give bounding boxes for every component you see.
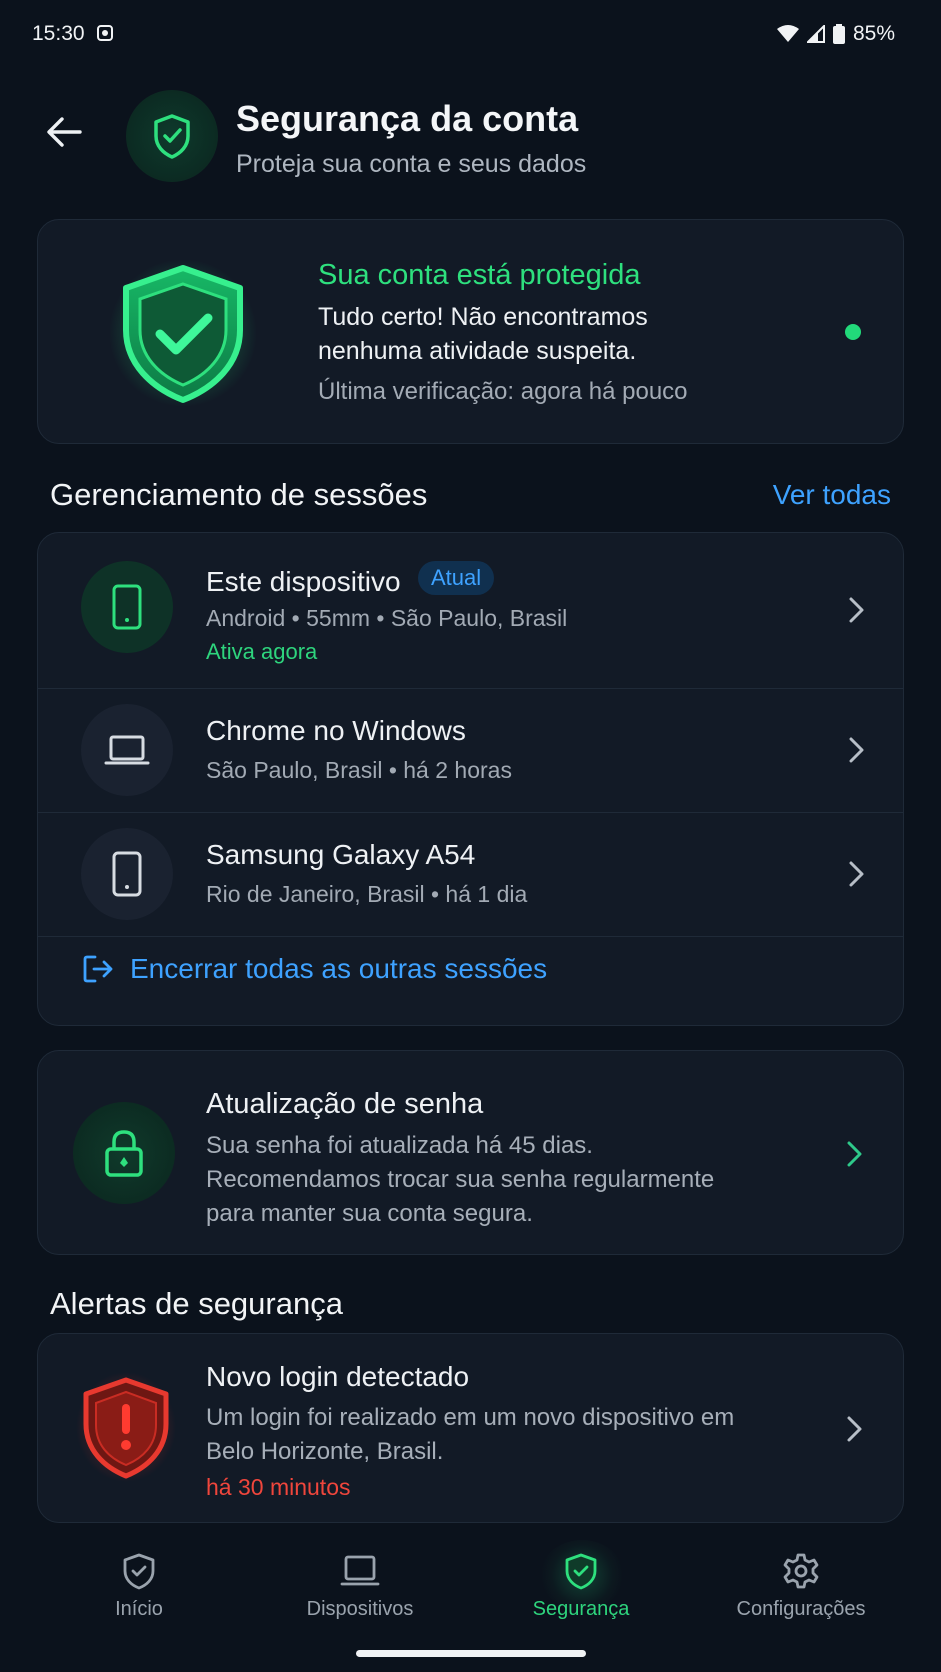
password-lock-badge: [73, 1102, 175, 1204]
battery-level: 85%: [852, 22, 895, 45]
end-all-sessions-button[interactable]: Encerrar todas as outras sessões: [82, 953, 547, 985]
session-device-meta: Rio de Janeiro, Brasil • há 1 dia: [206, 881, 528, 907]
laptop-icon: [340, 1555, 380, 1586]
session-device-badge: [81, 704, 173, 796]
battery-icon: [832, 24, 845, 44]
lock-icon: [105, 1130, 143, 1177]
chevron-right-icon: [849, 861, 864, 887]
session-row-chrome-windows[interactable]: Chrome no Windows São Paulo, Brasil • há…: [38, 689, 903, 812]
header-shield-badge: [126, 90, 218, 182]
status-indicators: 85%: [776, 22, 895, 46]
chevron-right-icon: [849, 737, 864, 763]
session-row-this-device[interactable]: Este dispositivo Atual Android • 55mm • …: [38, 533, 903, 688]
session-device-name: Chrome no Windows: [206, 715, 466, 746]
chevron-right-icon: [847, 1141, 862, 1167]
nav-label: Dispositivos: [306, 1598, 414, 1620]
chevron-right-icon: [849, 597, 864, 623]
logout-icon: [83, 955, 113, 983]
laptop-icon: [104, 735, 150, 765]
alerts-section-title: Alertas de segurança: [50, 1286, 343, 1321]
nav-item-seguranca[interactable]: Segurança: [481, 1552, 681, 1621]
last-check-text: Última verificação: agora há pouco: [318, 378, 688, 405]
password-title: Atualização de senha: [206, 1088, 484, 1120]
screenshot-notification-icon: [97, 25, 114, 41]
alert-title: Novo login detectado: [206, 1361, 470, 1392]
sessions-section-title: Gerenciamento de sessões: [50, 477, 428, 512]
session-status: Ativa agora: [206, 639, 318, 664]
nav-item-dispositivos[interactable]: Dispositivos: [260, 1552, 460, 1621]
clock: 15:30: [32, 22, 85, 45]
alert-shield-icon: [76, 1372, 176, 1482]
alert-description: Um login foi realizado em um novo dispos…: [206, 1404, 735, 1465]
wifi-icon: [776, 25, 799, 42]
nav-label: Configurações: [736, 1598, 866, 1620]
nav-label: Segurança: [532, 1598, 630, 1620]
session-device-meta: Android • 55mm • São Paulo, Brasil: [206, 605, 568, 631]
end-all-sessions-label: Encerrar todas as outras sessões: [130, 953, 548, 984]
nav-item-inicio[interactable]: Início: [39, 1552, 239, 1621]
nav-label: Início: [115, 1598, 163, 1620]
status-time: 15:30: [32, 22, 114, 46]
protected-shield-icon: [109, 259, 257, 407]
shield-check-icon: [154, 114, 190, 159]
session-device-badge: [81, 561, 173, 653]
alert-time: há 30 minutos: [206, 1474, 351, 1500]
divider: [38, 936, 903, 937]
session-device-meta: São Paulo, Brasil • há 2 horas: [206, 757, 512, 783]
shield-check-icon: [565, 1553, 597, 1590]
session-device-name: Samsung Galaxy A54: [206, 839, 476, 870]
page-title: Segurança da conta: [236, 98, 579, 139]
home-indicator[interactable]: [356, 1650, 586, 1657]
see-all-sessions-link[interactable]: Ver todas: [773, 479, 891, 511]
chevron-right-icon: [847, 1416, 862, 1442]
shield-check-icon: [123, 1553, 155, 1590]
session-row-galaxy-a54[interactable]: Samsung Galaxy A54 Rio de Janeiro, Brasi…: [38, 813, 903, 936]
sessions-card: Este dispositivo Atual Android • 55mm • …: [37, 532, 904, 1026]
smartphone-icon: [112, 584, 142, 630]
protection-title: Sua conta está protegida: [318, 259, 641, 291]
password-description: Sua senha foi atualizada há 45 dias. Rec…: [206, 1132, 715, 1227]
protection-description: Tudo certo! Não encontramos nenhuma ativ…: [318, 303, 648, 365]
current-session-badge: Atual: [418, 561, 495, 595]
gear-icon: [783, 1553, 819, 1589]
session-device-name: Este dispositivo: [206, 566, 401, 597]
signal-icon: [806, 25, 825, 43]
nav-item-configuracoes[interactable]: Configurações: [701, 1552, 901, 1621]
page-subtitle: Proteja sua conta e seus dados: [236, 150, 587, 178]
status-dot: [845, 324, 861, 340]
smartphone-icon: [112, 851, 142, 897]
back-arrow-icon[interactable]: [44, 112, 84, 152]
session-device-badge: [81, 828, 173, 920]
